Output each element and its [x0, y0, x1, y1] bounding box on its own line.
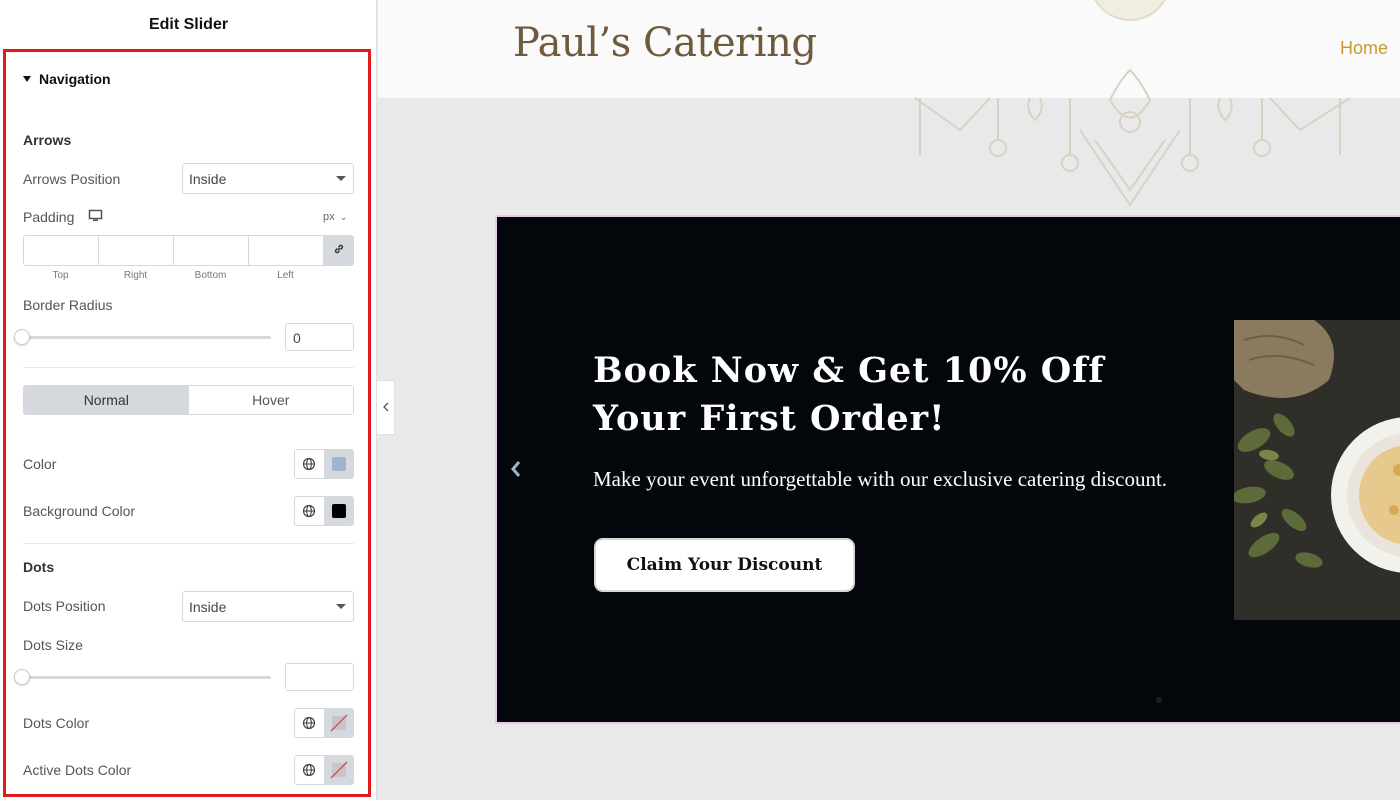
arrow-color-swatch[interactable] [324, 450, 353, 478]
dots-title: Dots [23, 559, 55, 575]
mandala-decoration [914, 0, 1351, 207]
claim-discount-button[interactable]: Claim Your Discount [594, 538, 855, 592]
arrows-position-label: Arrows Position [23, 171, 121, 187]
chevron-down-icon: ⌄ [339, 212, 348, 222]
arrows-title: Arrows [23, 132, 72, 148]
active-dots-color-control [294, 755, 354, 785]
divider [23, 543, 354, 544]
arrow-color-control [294, 449, 354, 479]
chevron-left-icon [382, 399, 390, 417]
tab-hover[interactable]: Hover [188, 386, 353, 414]
dots-size-slider-knob[interactable] [14, 669, 30, 685]
globe-icon[interactable] [295, 450, 325, 478]
border-radius-input[interactable]: 0 [285, 323, 354, 351]
arrows-position-select[interactable]: Inside [182, 163, 354, 194]
padding-label: Padding [23, 209, 75, 225]
padding-left-input[interactable] [248, 235, 323, 266]
dots-size-label: Dots Size [23, 637, 83, 653]
dots-position-label: Dots Position [23, 598, 106, 614]
padding-unit-select[interactable]: px ⌄ [323, 211, 347, 223]
color-swatch [331, 504, 346, 518]
border-radius-slider-knob[interactable] [14, 329, 30, 345]
dots-position-select[interactable]: Inside [182, 591, 354, 622]
tab-normal[interactable]: Normal [24, 386, 189, 414]
arrow-bg-color-label: Background Color [23, 503, 136, 519]
collapse-panel-button[interactable] [377, 380, 395, 435]
food-image [1234, 320, 1400, 620]
padding-bottom-input[interactable] [173, 235, 248, 266]
dots-color-swatch[interactable] [324, 709, 353, 737]
active-dots-color-swatch[interactable] [324, 756, 353, 784]
arrow-bg-color-swatch[interactable] [324, 497, 353, 525]
divider [23, 367, 354, 368]
nav-home-link[interactable]: Home [1340, 38, 1388, 59]
padding-unit-value: px [323, 211, 335, 223]
navigation-section-header[interactable]: Navigation [23, 71, 111, 87]
arrows-position-value: Inside [189, 171, 227, 187]
link-values-button[interactable] [323, 235, 354, 266]
caret-down-icon [336, 176, 346, 181]
slide-title: Book Now & Get 10% Off Your First Order! [593, 350, 1105, 439]
slider-prev-arrow[interactable] [509, 459, 523, 484]
padding-inputs [23, 235, 354, 266]
active-dots-color-label: Active Dots Color [23, 762, 132, 778]
globe-icon[interactable] [295, 709, 325, 737]
arrow-color-label: Color [23, 456, 57, 472]
caret-down-icon [23, 76, 31, 82]
globe-icon[interactable] [295, 497, 325, 525]
dots-size-slider[interactable] [23, 676, 271, 679]
no-color-icon [330, 761, 348, 779]
padding-top-input[interactable] [23, 235, 98, 266]
padding-bottom-label: Bottom [194, 270, 227, 281]
navigation-section-title: Navigation [39, 71, 111, 87]
padding-right-input[interactable] [98, 235, 173, 266]
dots-color-label: Dots Color [23, 715, 90, 731]
color-swatch [331, 457, 346, 471]
panel-title: Edit Slider [148, 16, 229, 33]
border-radius-slider[interactable] [23, 336, 271, 339]
link-icon [333, 242, 345, 260]
padding-left-label: Left [277, 270, 294, 281]
padding-top-label: Top [52, 270, 69, 281]
dots-size-input[interactable] [285, 663, 354, 691]
slide-description: Make your event unforgettable with our e… [593, 467, 1168, 491]
arrow-bg-color-control [294, 496, 354, 526]
state-tabs: Normal Hover [23, 385, 354, 415]
site-logo[interactable]: Paul’s Catering [513, 20, 817, 66]
editor-panel: Edit Slider Navigation Arrows Arrows Pos… [0, 0, 377, 800]
dots-position-value: Inside [189, 599, 227, 615]
globe-icon[interactable] [295, 756, 325, 784]
padding-right-label: Right [123, 270, 148, 281]
hero-slider: Book Now & Get 10% Off Your First Order!… [495, 215, 1400, 724]
no-color-icon [330, 714, 348, 732]
caret-down-icon [336, 604, 346, 609]
slider-dot[interactable] [1156, 697, 1162, 703]
border-radius-value: 0 [293, 330, 301, 346]
desktop-icon[interactable] [88, 209, 103, 227]
border-radius-label: Border Radius [23, 297, 113, 313]
dots-color-control [294, 708, 354, 738]
chevron-left-icon [511, 461, 521, 477]
